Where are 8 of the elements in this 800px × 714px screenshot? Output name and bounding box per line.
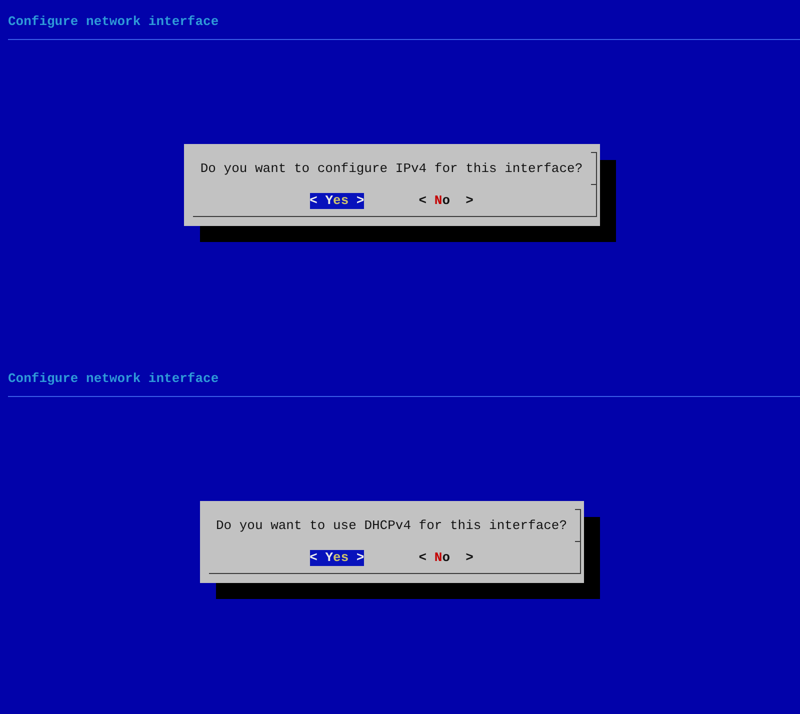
dialog-button[interactable]: < No > — [418, 193, 474, 209]
dialog-button[interactable]: < Yes > — [310, 550, 364, 566]
dialog-question: Do you want to use DHCPv4 for this interface? — [216, 518, 568, 534]
dialog-button[interactable]: < Yes > — [310, 193, 364, 209]
dialog-question: Do you want to configure IPv4 for this interface? — [200, 161, 583, 177]
screen-title: Configure network interface — [8, 14, 219, 30]
screen-title: Configure network interface — [8, 371, 219, 387]
dialog-button[interactable]: < No > — [418, 550, 474, 566]
